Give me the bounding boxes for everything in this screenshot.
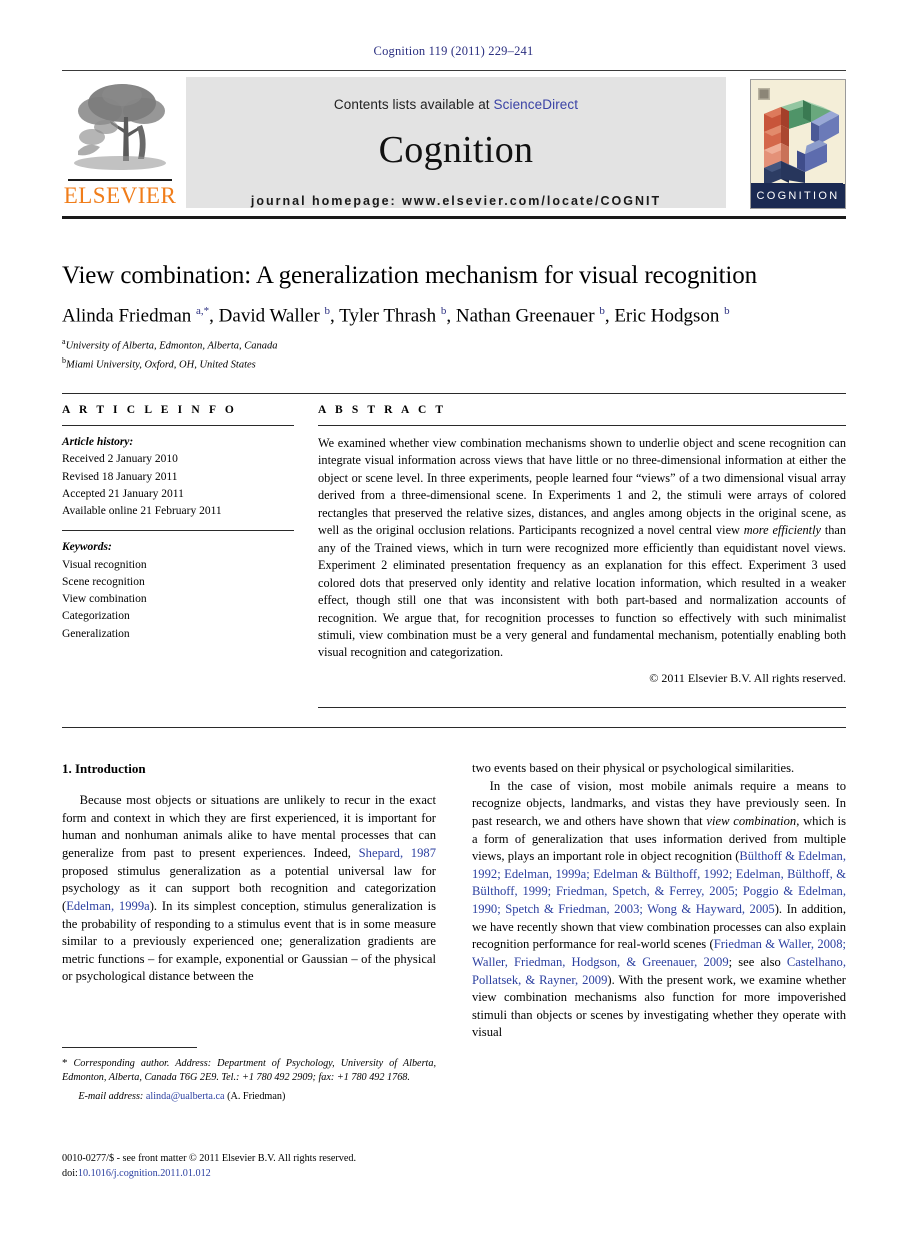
keywords-rule [62,530,294,532]
body-paragraph: two events based on their physical or ps… [472,761,795,775]
article-history-label: Article history: [62,436,134,448]
email-attribution: (A. Friedman) [227,1091,286,1103]
keywords-label: Keywords: [62,541,112,554]
keywords-list: Keywords: Visual recognition Scene recog… [62,539,294,643]
title-block: View combination: A generalization mecha… [62,262,846,372]
elsevier-wordmark: ELSEVIER [63,183,177,208]
affiliation-b: bMiami University, Oxford, OH, United St… [62,356,846,373]
issn-copyright-line: 0010-0277/$ - see front matter © 2011 El… [62,1153,357,1164]
section-heading-introduction: 1. Introduction [62,761,146,776]
history-item: Available online 21 February 2011 [62,505,222,517]
affiliation-a: aUniversity of Alberta, Edmonton, Albert… [62,337,846,354]
journal-title: Cognition [378,129,534,171]
doi-label: doi: [62,1167,78,1179]
affiliation-text-b: Miami University, Oxford, OH, United Sta… [66,359,256,371]
keyword-item: Scene recognition [62,575,145,588]
abstract-column: A B S T R A C T We examined whether view… [318,404,846,686]
body-column-left: 1. Introduction Because most objects or … [62,760,436,986]
info-top-rule [62,393,846,394]
keyword-item: Categorization [62,610,130,623]
doi-line: doi:10.1016/j.cognition.2011.01.012 [62,1167,462,1182]
body-paragraph: Because most objects or situations are u… [62,793,436,984]
body-column-right: two events based on their physical or ps… [472,760,846,1042]
running-head: Cognition 119 (2011) 229–241 [373,44,534,58]
journal-homepage-url[interactable]: journal homepage: www.elsevier.com/locat… [186,194,726,208]
masthead-bottom-rule [62,216,846,219]
author-list: Alinda Friedman a,*, David Waller b, Tyl… [62,304,730,327]
article-info-rule [62,425,294,426]
page-title: View combination: A generalization mecha… [62,262,758,289]
article-info-column: A R T I C L E I N F O Article history: R… [62,404,294,643]
elsevier-logo: ELSEVIER [62,77,178,211]
journal-masthead: ELSEVIER Contents lists available at Sci… [62,70,846,219]
abstract-rule [318,425,846,426]
journal-cover-thumbnail: COGNITION [750,79,846,209]
cover-caption: COGNITION [751,184,845,208]
masthead-top-rule [62,70,846,71]
contents-prefix: Contents lists available at [333,97,494,112]
abstract-body: We examined whether view combination mec… [318,436,846,660]
doi-link[interactable]: 10.1016/j.cognition.2011.01.012 [78,1168,211,1179]
abstract-heading: A B S T R A C T [318,404,447,416]
sciencedirect-banner: Contents lists available at ScienceDirec… [186,77,726,208]
abstract-bottom-rule [318,707,846,708]
history-item: Revised 18 January 2011 [62,470,178,483]
elsevier-rule [68,179,172,181]
email-label: E-mail address: [78,1091,144,1103]
info-bottom-rule [62,727,846,728]
abstract-copyright: © 2011 Elsevier B.V. All rights reserved… [649,670,846,685]
imprint-block: 0010-0277/$ - see front matter © 2011 El… [62,1152,462,1182]
footnote-block: * Corresponding author. Address: Departm… [62,1056,436,1104]
keyword-item: Visual recognition [62,558,147,571]
corresponding-author-note: * Corresponding author. Address: Departm… [62,1057,436,1084]
article-history: Article history: Received 2 January 2010… [62,434,294,520]
journal-article-page: Cognition 119 (2011) 229–241 ELSEVIER Co… [0,0,907,1238]
elsevier-tree-icon [74,84,166,170]
sciencedirect-link[interactable]: ScienceDirect [494,97,579,112]
affiliation-text-a: University of Alberta, Edmonton, Alberta… [65,340,278,352]
email-note: E-mail address: alinda@ualberta.ca (A. F… [62,1090,436,1104]
keyword-item: View combination [62,593,147,605]
contents-list-line: Contents lists available at ScienceDirec… [186,77,726,112]
history-item: Accepted 21 January 2011 [62,487,184,500]
history-item: Received 2 January 2010 [62,453,178,466]
article-info-heading: A R T I C L E I N F O [62,404,237,416]
footnote-rule [62,1047,197,1048]
body-paragraph: In the case of vision, most mobile anima… [472,778,847,1040]
email-link[interactable]: alinda@ualberta.ca [146,1091,225,1102]
keyword-item: Generalization [62,627,130,640]
